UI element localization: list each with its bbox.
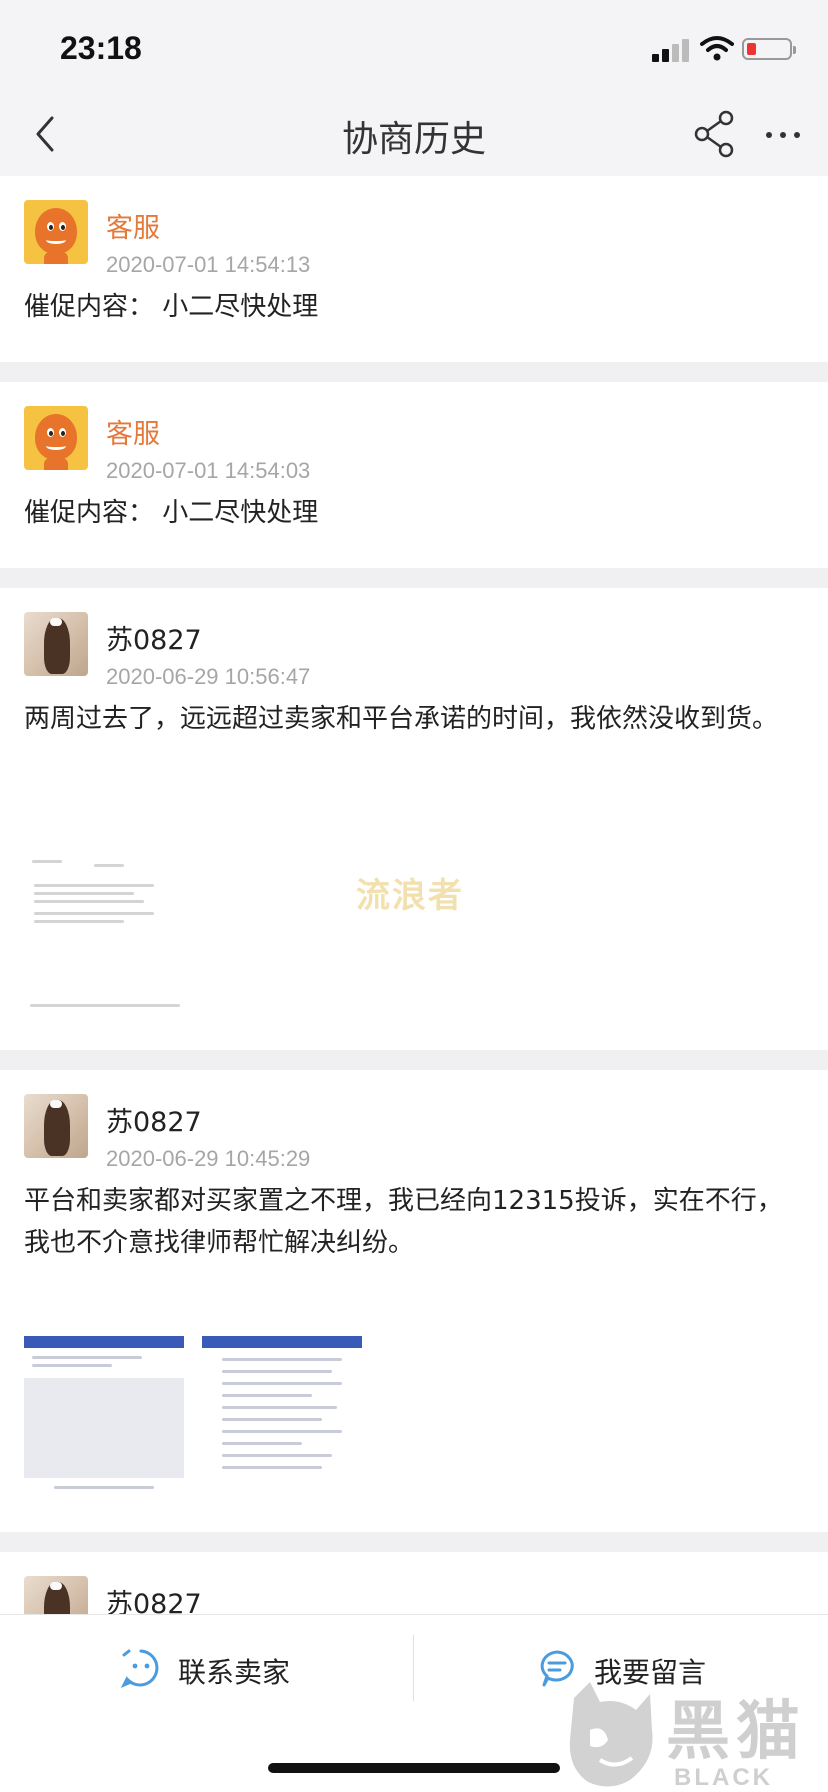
contact-seller-button[interactable]: 联系卖家 <box>120 1639 350 1699</box>
timestamp: 2020-07-01 14:54:03 <box>106 458 311 483</box>
attachment-thumbnail[interactable] <box>202 1336 362 1496</box>
battery-icon <box>742 38 796 60</box>
sender-name: 客服 <box>106 213 160 244</box>
customer-service-avatar <box>24 406 88 470</box>
history-entry: 苏0827 2020-06-29 10:56:47 两周过去了，远远超过卖家和平… <box>0 588 828 1050</box>
black-cat-logo-icon <box>569 1682 653 1787</box>
nav-bar: 协商历史 <box>0 92 828 176</box>
user-avatar <box>24 612 88 676</box>
timestamp: 2020-06-29 10:45:29 <box>106 1146 311 1171</box>
brand-name-cn: 黑猫 <box>666 1695 806 1769</box>
timestamp: 2020-06-29 10:56:47 <box>106 664 311 689</box>
message-content: 催促内容： 小二尽快处理 <box>24 292 319 322</box>
sender-name: 苏0827 <box>106 1107 202 1138</box>
history-entry: 客服 2020-07-01 14:54:03 催促内容： 小二尽快处理 <box>0 382 828 568</box>
history-entry: 客服 2020-07-01 14:54:13 催促内容： 小二尽快处理 <box>0 176 828 362</box>
sender-name: 客服 <box>106 419 160 450</box>
share-icon[interactable] <box>690 108 740 158</box>
history-entry: 苏0827 2020-06-29 10:45:29 平台和卖家都对买家置之不理，… <box>0 1070 828 1532</box>
message-content: 催促内容： 小二尽快处理 <box>24 498 319 528</box>
attachment-thumbnail[interactable] <box>24 854 184 1014</box>
more-dots-icon[interactable] <box>760 112 810 156</box>
user-avatar <box>24 1094 88 1158</box>
message-content: 平台和卖家都对买家置之不理，我已经向12315投诉，实在不行，我也不介意找律师帮… <box>24 1186 783 1258</box>
attachment-thumbnail[interactable] <box>24 1336 184 1496</box>
status-bar: 23:18 <box>0 0 828 92</box>
cellular-signal-icon <box>652 38 690 62</box>
brand-watermark: 黑猫 BLACK CAT <box>560 1680 828 1792</box>
brand-name-en: BLACK CAT <box>674 1764 773 1791</box>
watermark-text: 流浪者 <box>356 876 464 916</box>
chat-bubble-face-icon <box>120 1649 159 1688</box>
message-content: 两周过去了，远远超过卖家和平台承诺的时间，我依然没收到货。 <box>24 704 779 734</box>
status-time: 23:18 <box>60 30 142 66</box>
customer-service-avatar <box>24 200 88 264</box>
contact-seller-label: 联系卖家 <box>178 1656 291 1689</box>
divider <box>413 1635 414 1701</box>
home-indicator <box>268 1763 560 1773</box>
sender-name: 苏0827 <box>106 625 202 656</box>
wifi-icon <box>700 36 734 61</box>
timestamp: 2020-07-01 14:54:13 <box>106 252 311 277</box>
